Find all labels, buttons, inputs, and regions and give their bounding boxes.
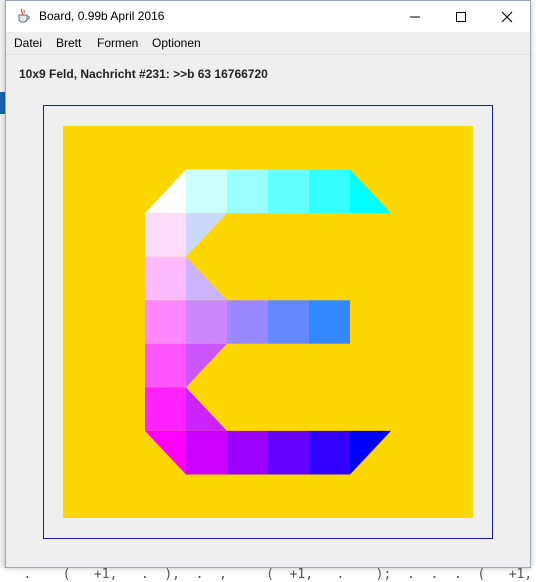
status-message: 10x9 Feld, Nachricht #231: >>b 63 167667… — [19, 67, 268, 81]
menu-formen[interactable]: Formen — [97, 36, 138, 50]
menu-optionen[interactable]: Optionen — [152, 36, 201, 50]
board-cell[interactable] — [227, 300, 268, 344]
background-editor-code-line: . ( +1, . ), . , ( +1, . ); . . . ( +1, — [0, 568, 536, 582]
java-coffee-cup-icon — [16, 8, 32, 24]
close-button[interactable] — [484, 1, 530, 32]
menu-bar: Datei Brett Formen Optionen — [6, 32, 530, 55]
board-cell[interactable] — [268, 300, 309, 344]
board-cell[interactable] — [227, 169, 268, 214]
menu-brett[interactable]: Brett — [56, 36, 81, 50]
board-cell[interactable] — [145, 300, 186, 344]
window-title: Board, 0.99b April 2016 — [39, 9, 165, 23]
board-cell[interactable] — [268, 430, 309, 475]
board-cell[interactable] — [309, 169, 350, 214]
board-cell[interactable] — [227, 430, 268, 475]
board-cell[interactable] — [309, 430, 350, 475]
board-window: Board, 0.99b April 2016 Datei Brett Form… — [5, 0, 531, 568]
close-icon — [501, 11, 513, 22]
board-cell[interactable] — [145, 343, 186, 388]
board-cell[interactable] — [145, 256, 186, 301]
board-cell[interactable] — [145, 387, 186, 431]
board-cell[interactable] — [186, 169, 227, 214]
board-cell[interactable] — [186, 300, 227, 344]
maximize-icon — [456, 11, 466, 22]
board-cell[interactable] — [186, 430, 227, 475]
board-cell[interactable] — [309, 300, 350, 344]
board-cell[interactable] — [145, 213, 186, 257]
minimize-icon — [410, 16, 420, 17]
menu-datei[interactable]: Datei — [14, 36, 42, 50]
title-bar[interactable]: Board, 0.99b April 2016 — [6, 1, 530, 32]
maximize-button[interactable] — [438, 1, 484, 32]
board-canvas[interactable] — [63, 126, 473, 518]
minimize-button[interactable] — [392, 1, 438, 32]
board-cell[interactable] — [268, 169, 309, 214]
